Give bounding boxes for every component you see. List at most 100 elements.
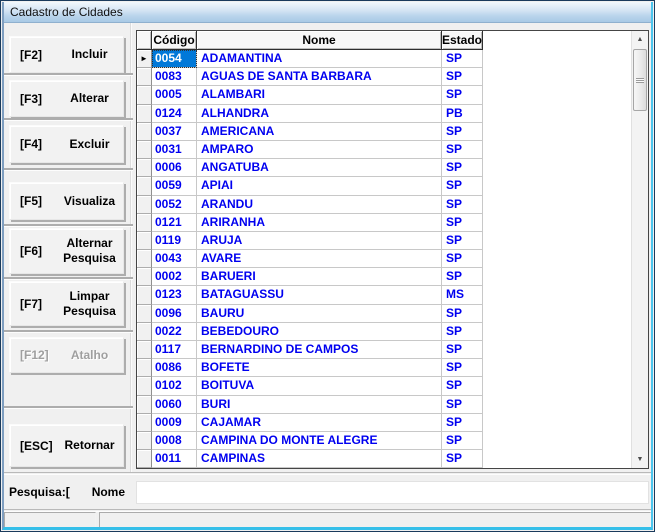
cell-codigo[interactable]: 0083 bbox=[152, 68, 197, 86]
cell-estado[interactable]: MS bbox=[442, 286, 483, 304]
column-header-nome[interactable]: Nome bbox=[197, 31, 442, 50]
cell-estado[interactable]: SP bbox=[442, 159, 483, 177]
cell-nome[interactable]: BOFETE bbox=[197, 359, 442, 377]
cell-codigo[interactable]: 0119 bbox=[152, 232, 197, 250]
table-row[interactable]: 0086BOFETESP bbox=[137, 359, 631, 377]
cell-estado[interactable]: SP bbox=[442, 377, 483, 395]
cell-nome[interactable]: ADAMANTINA bbox=[197, 50, 442, 68]
cell-codigo[interactable]: 0054 bbox=[152, 50, 197, 68]
column-header-estado[interactable]: Estado bbox=[442, 31, 483, 50]
cell-estado[interactable]: SP bbox=[442, 250, 483, 268]
cell-estado[interactable]: SP bbox=[442, 123, 483, 141]
cell-codigo[interactable]: 0086 bbox=[152, 359, 197, 377]
cell-codigo[interactable]: 0124 bbox=[152, 105, 197, 123]
table-row[interactable]: 0121ARIRANHASP bbox=[137, 214, 631, 232]
table-row[interactable]: 0009CAJAMARSP bbox=[137, 414, 631, 432]
cell-estado[interactable]: SP bbox=[442, 414, 483, 432]
cell-codigo[interactable]: 0031 bbox=[152, 141, 197, 159]
table-row[interactable]: 0083AGUAS DE SANTA BARBARASP bbox=[137, 68, 631, 86]
cell-estado[interactable]: SP bbox=[442, 359, 483, 377]
cell-estado[interactable]: SP bbox=[442, 86, 483, 104]
cell-codigo[interactable]: 0022 bbox=[152, 323, 197, 341]
cell-codigo[interactable]: 0121 bbox=[152, 214, 197, 232]
table-row[interactable]: 0052ARANDUSP bbox=[137, 196, 631, 214]
cell-codigo[interactable]: 0002 bbox=[152, 268, 197, 286]
cell-estado[interactable]: SP bbox=[442, 214, 483, 232]
column-header-codigo[interactable]: Código bbox=[152, 31, 197, 50]
table-row[interactable]: 0059APIAISP bbox=[137, 177, 631, 195]
retornar-button[interactable]: [ESC] Retornar bbox=[9, 424, 124, 467]
cell-nome[interactable]: BURI bbox=[197, 396, 442, 414]
cell-codigo[interactable]: 0006 bbox=[152, 159, 197, 177]
grid-vertical-scrollbar[interactable]: ▲ ▼ bbox=[631, 31, 648, 468]
table-row[interactable]: 0008CAMPINA DO MONTE ALEGRESP bbox=[137, 432, 631, 450]
cell-nome[interactable]: ALHANDRA bbox=[197, 105, 442, 123]
table-row[interactable]: 0117BERNARDINO DE CAMPOSSP bbox=[137, 341, 631, 359]
cell-nome[interactable]: AMERICANA bbox=[197, 123, 442, 141]
excluir-button[interactable]: [F4] Excluir bbox=[9, 125, 124, 163]
table-row[interactable]: 0002BARUERISP bbox=[137, 268, 631, 286]
cell-nome[interactable]: ARIRANHA bbox=[197, 214, 442, 232]
cell-codigo[interactable]: 0060 bbox=[152, 396, 197, 414]
cell-nome[interactable]: CAMPINAS bbox=[197, 450, 442, 468]
cell-codigo[interactable]: 0052 bbox=[152, 196, 197, 214]
cell-estado[interactable]: PB bbox=[442, 105, 483, 123]
cell-nome[interactable]: BARUERI bbox=[197, 268, 442, 286]
table-row[interactable]: 0006ANGATUBASP bbox=[137, 159, 631, 177]
cell-codigo[interactable]: 0117 bbox=[152, 341, 197, 359]
cell-estado[interactable]: SP bbox=[442, 450, 483, 468]
cell-codigo[interactable]: 0011 bbox=[152, 450, 197, 468]
table-row[interactable]: ►0054ADAMANTINASP bbox=[137, 50, 631, 68]
cell-nome[interactable]: AGUAS DE SANTA BARBARA bbox=[197, 68, 442, 86]
cell-estado[interactable]: SP bbox=[442, 141, 483, 159]
table-row[interactable]: 0119ARUJASP bbox=[137, 232, 631, 250]
cell-codigo[interactable]: 0043 bbox=[152, 250, 197, 268]
table-row[interactable]: 0124ALHANDRAPB bbox=[137, 105, 631, 123]
title-bar[interactable]: Cadastro de Cidades bbox=[2, 2, 653, 23]
cell-estado[interactable]: SP bbox=[442, 305, 483, 323]
alterar-button[interactable]: [F3] Alterar bbox=[9, 80, 124, 117]
scroll-up-icon[interactable]: ▲ bbox=[632, 31, 648, 48]
table-row[interactable]: 0005ALAMBARISP bbox=[137, 86, 631, 104]
cell-nome[interactable]: ALAMBARI bbox=[197, 86, 442, 104]
cell-nome[interactable]: BAURU bbox=[197, 305, 442, 323]
cell-nome[interactable]: APIAI bbox=[197, 177, 442, 195]
table-row[interactable]: 0037AMERICANASP bbox=[137, 123, 631, 141]
alternar-pesquisa-button[interactable]: [F6] AlternarPesquisa bbox=[9, 228, 124, 274]
cell-codigo[interactable]: 0037 bbox=[152, 123, 197, 141]
cell-nome[interactable]: BEBEDOURO bbox=[197, 323, 442, 341]
cell-estado[interactable]: SP bbox=[442, 50, 483, 68]
table-row[interactable]: 0022BEBEDOUROSP bbox=[137, 323, 631, 341]
cell-nome[interactable]: ARUJA bbox=[197, 232, 442, 250]
cell-nome[interactable]: CAJAMAR bbox=[197, 414, 442, 432]
scrollbar-track[interactable] bbox=[632, 48, 648, 451]
search-input[interactable] bbox=[136, 481, 649, 504]
cell-codigo[interactable]: 0096 bbox=[152, 305, 197, 323]
cell-codigo[interactable]: 0005 bbox=[152, 86, 197, 104]
cell-codigo[interactable]: 0123 bbox=[152, 286, 197, 304]
scroll-down-icon[interactable]: ▼ bbox=[632, 451, 648, 468]
cell-estado[interactable]: SP bbox=[442, 341, 483, 359]
cell-nome[interactable]: ANGATUBA bbox=[197, 159, 442, 177]
table-row[interactable]: 0031AMPAROSP bbox=[137, 141, 631, 159]
visualiza-button[interactable]: [F5] Visualiza bbox=[9, 182, 124, 220]
table-row[interactable]: 0096BAURUSP bbox=[137, 305, 631, 323]
table-row[interactable]: 0123BATAGUASSUMS bbox=[137, 286, 631, 304]
cell-codigo[interactable]: 0008 bbox=[152, 432, 197, 450]
cell-nome[interactable]: BERNARDINO DE CAMPOS bbox=[197, 341, 442, 359]
cell-nome[interactable]: CAMPINA DO MONTE ALEGRE bbox=[197, 432, 442, 450]
cell-estado[interactable]: SP bbox=[442, 232, 483, 250]
cell-codigo[interactable]: 0102 bbox=[152, 377, 197, 395]
cell-estado[interactable]: SP bbox=[442, 68, 483, 86]
table-row[interactable]: 0102BOITUVASP bbox=[137, 377, 631, 395]
limpar-pesquisa-button[interactable]: [F7] LimparPesquisa bbox=[9, 281, 124, 326]
cell-estado[interactable]: SP bbox=[442, 268, 483, 286]
cell-estado[interactable]: SP bbox=[442, 196, 483, 214]
cell-codigo[interactable]: 0059 bbox=[152, 177, 197, 195]
scrollbar-thumb[interactable] bbox=[633, 49, 647, 111]
cell-estado[interactable]: SP bbox=[442, 323, 483, 341]
table-row[interactable]: 0060BURISP bbox=[137, 396, 631, 414]
cell-estado[interactable]: SP bbox=[442, 432, 483, 450]
cell-estado[interactable]: SP bbox=[442, 177, 483, 195]
cell-nome[interactable]: BATAGUASSU bbox=[197, 286, 442, 304]
